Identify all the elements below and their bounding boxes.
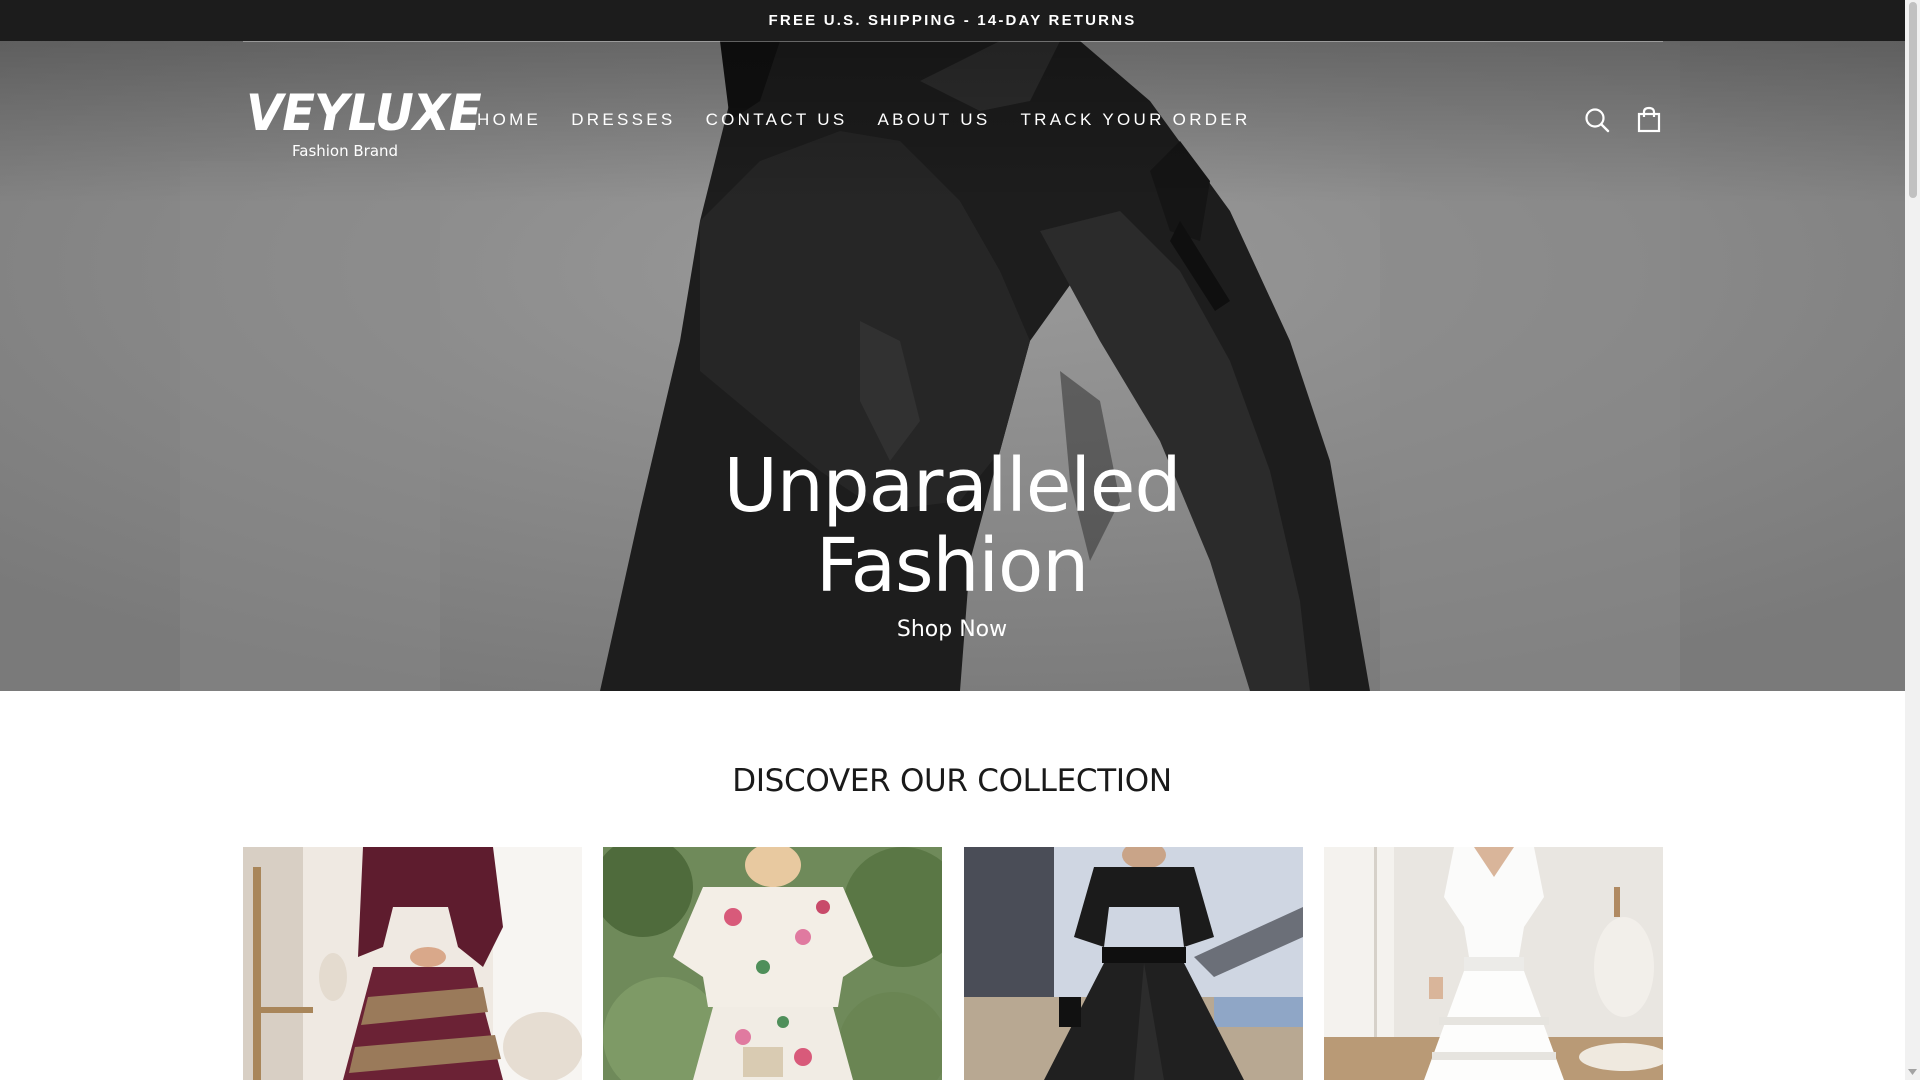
page-scrollbar[interactable] <box>1905 0 1920 1080</box>
nav-home[interactable]: HOME <box>477 109 541 131</box>
logo[interactable]: VEYLUXE Fashion Brand <box>246 84 482 169</box>
collection-card-4[interactable] <box>1324 847 1663 1080</box>
collection-heading: DISCOVER OUR COLLECTION <box>732 763 1172 799</box>
collection-card-1[interactable] <box>243 847 582 1080</box>
collection-card-3[interactable] <box>964 847 1303 1080</box>
product-image-white-dress <box>1324 847 1663 1080</box>
product-image-burgundy-dress <box>243 847 582 1080</box>
hero-banner[interactable]: VEYLUXE Fashion Brand HOME DRESSES CONTA… <box>0 41 1905 691</box>
announcement-bar: FREE U.S. SHIPPING - 14-DAY RETURNS <box>0 0 1905 41</box>
nav-about-us[interactable]: ABOUT US <box>878 109 991 131</box>
search-icon[interactable] <box>1582 105 1612 135</box>
collection-card-2[interactable] <box>603 847 942 1080</box>
product-image-floral-set <box>603 847 942 1080</box>
nav-dresses[interactable]: DRESSES <box>571 109 675 131</box>
nav-contact-us[interactable]: CONTACT US <box>706 109 848 131</box>
hero-title: Unparalleled Fashion <box>723 443 1182 609</box>
header-divider <box>243 41 1663 42</box>
product-image-black-dress <box>964 847 1303 1080</box>
page: FREE U.S. SHIPPING - 14-DAY RETURNS VEYL… <box>0 0 1920 1080</box>
shop-now-link[interactable]: Shop Now <box>852 615 1052 645</box>
shopping-bag-icon[interactable] <box>1634 105 1664 135</box>
announcement-text: FREE U.S. SHIPPING - 14-DAY RETURNS <box>768 12 1137 29</box>
scroll-down-arrow-icon[interactable] <box>1908 1068 1917 1076</box>
main-nav: HOME DRESSES CONTACT US ABOUT US TRACK Y… <box>477 109 1281 131</box>
logo-wordmark: VEYLUXE <box>246 84 482 142</box>
nav-track-your-order[interactable]: TRACK YOUR ORDER <box>1021 109 1251 131</box>
scrollbar-thumb[interactable] <box>1909 2 1917 198</box>
logo-tagline: Fashion Brand <box>292 142 399 160</box>
